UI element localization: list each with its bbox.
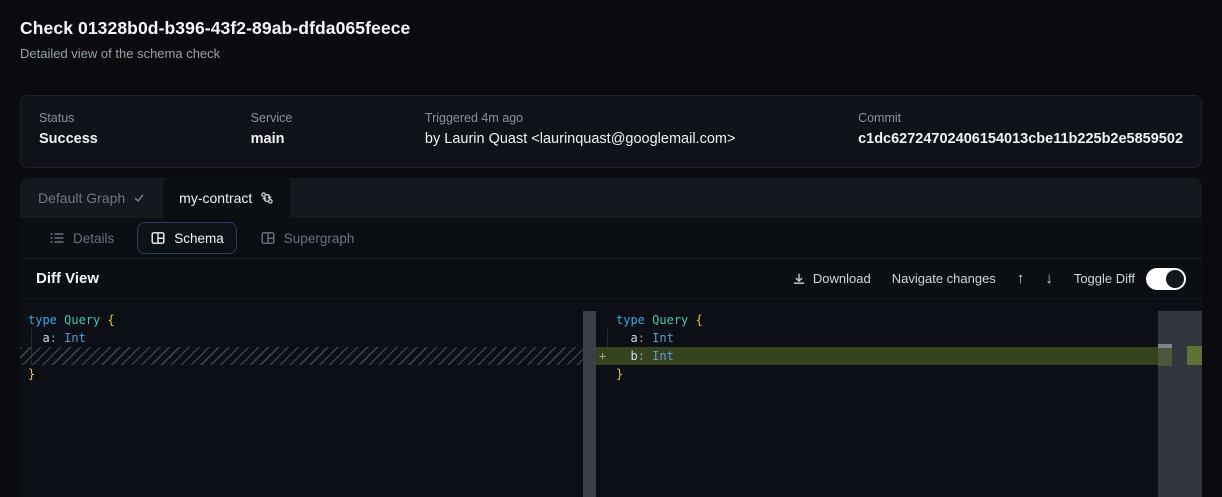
added-line-plus-sign: + <box>599 347 606 365</box>
code-line: a: Int <box>20 329 583 347</box>
check-meta-card: Status Success Service main Triggered 4m… <box>20 95 1202 168</box>
service-label: Service <box>251 111 425 125</box>
check-panel: Default Graph my-contract Details Schema <box>20 178 1202 497</box>
git-compare-icon <box>260 191 274 205</box>
page-subtitle: Detailed view of the schema check <box>20 46 410 61</box>
default-graph-label: Default Graph <box>38 190 125 206</box>
left-scrollbar[interactable] <box>583 311 596 497</box>
view-subtabs: Details Schema Supergraph <box>20 218 1202 258</box>
code-line: type Query { <box>596 311 1202 329</box>
commit-label: Commit <box>858 111 1183 125</box>
code-line: a: Int <box>596 329 1202 347</box>
download-button[interactable]: Download <box>792 271 871 286</box>
tab-details[interactable]: Details <box>36 222 127 254</box>
added-change-marker <box>1187 346 1202 365</box>
panel-body: Details Schema Supergraph Diff View Down… <box>20 218 1202 497</box>
meta-triggered: Triggered 4m ago by Laurin Quast <laurin… <box>425 111 858 147</box>
code-line: } <box>596 365 1202 383</box>
triggered-value: by Laurin Quast <laurinquast@googlemail.… <box>425 131 858 147</box>
status-label: Status <box>39 111 251 125</box>
code-line: } <box>20 365 583 383</box>
toggle-diff-switch[interactable] <box>1146 268 1186 290</box>
triggered-label: Triggered 4m ago <box>425 111 858 125</box>
after-code: type Query { a: Int+ b: Int} <box>596 299 1202 383</box>
page-header: Check 01328b0d-b396-43f2-89ab-dfda065fee… <box>20 18 410 61</box>
code-line: type Query { <box>20 311 583 329</box>
diff-toolbar: Diff View Download Navigate changes ↑ ↓ … <box>20 258 1202 299</box>
download-label: Download <box>813 271 871 286</box>
right-scrollbar-overview-ruler[interactable] <box>1158 311 1202 497</box>
tab-my-contract[interactable]: my-contract <box>163 178 290 218</box>
previous-change-button[interactable]: ↑ <box>1017 270 1025 287</box>
diff-view-title: Diff View <box>36 270 99 287</box>
schema-diff-editor: type Query { a: Int} type Query { a: Int… <box>20 299 1202 497</box>
download-icon <box>792 272 806 286</box>
toggle-diff-label: Toggle Diff <box>1074 271 1135 286</box>
diff-actions: Download Navigate changes ↑ ↓ Toggle Dif… <box>792 268 1186 290</box>
graph-tabstrip: Default Graph my-contract <box>20 178 1202 218</box>
tab-supergraph-label: Supergraph <box>284 231 355 246</box>
check-icon <box>133 192 145 204</box>
tab-schema-label: Schema <box>174 231 224 246</box>
tab-schema[interactable]: Schema <box>137 222 237 254</box>
toggle-diff-group: Toggle Diff <box>1074 268 1186 290</box>
page-title: Check 01328b0d-b396-43f2-89ab-dfda065fee… <box>20 18 410 39</box>
service-value: main <box>251 131 425 147</box>
meta-status: Status Success <box>39 111 251 147</box>
meta-service: Service main <box>251 111 425 147</box>
commit-value: c1dc62724702406154013cbe11b225b2e5859502 <box>858 131 1183 147</box>
before-code: type Query { a: Int} <box>20 299 583 383</box>
tab-default-graph[interactable]: Default Graph <box>20 178 163 218</box>
diff-pane-before: type Query { a: Int} <box>20 299 583 497</box>
panels-icon <box>150 230 166 246</box>
next-change-button[interactable]: ↓ <box>1045 270 1053 287</box>
tab-supergraph[interactable]: Supergraph <box>247 222 368 254</box>
diff-placeholder-line <box>20 347 583 365</box>
panels-icon <box>260 230 276 246</box>
diff-pane-after: type Query { a: Int+ b: Int} <box>596 299 1202 497</box>
list-icon <box>49 230 65 246</box>
my-contract-label: my-contract <box>179 190 252 206</box>
navigate-changes-label: Navigate changes <box>892 271 996 286</box>
meta-commit: Commit c1dc62724702406154013cbe11b225b2e… <box>858 111 1183 147</box>
added-row-tint <box>1158 348 1172 366</box>
status-value: Success <box>39 131 251 147</box>
added-code-line: + b: Int <box>596 347 1172 365</box>
switch-knob <box>1166 270 1184 288</box>
tab-details-label: Details <box>73 231 114 246</box>
